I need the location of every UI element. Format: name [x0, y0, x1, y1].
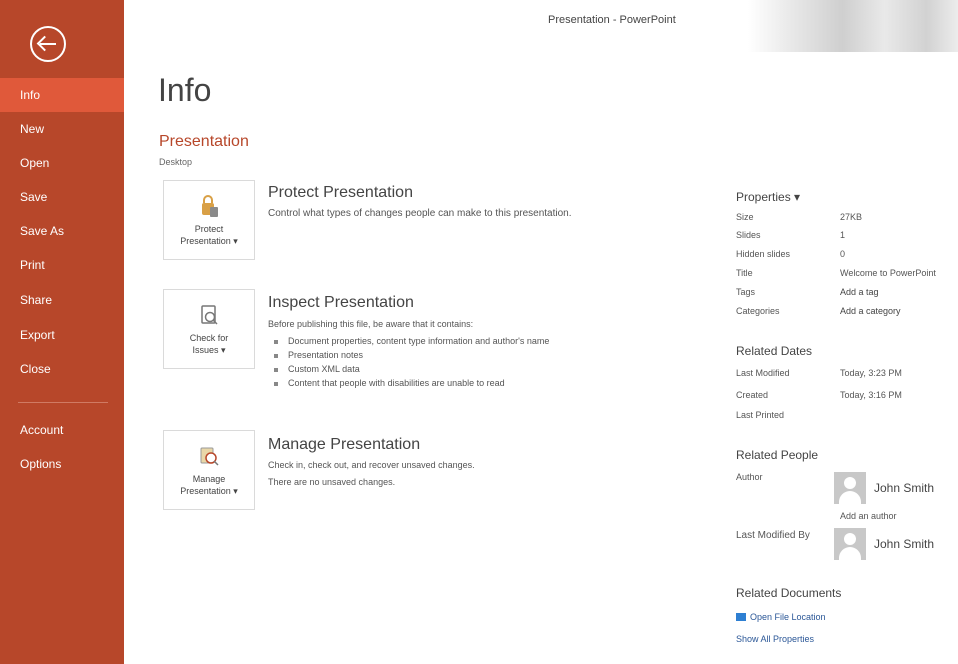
nav-divider: [18, 402, 108, 403]
add-author-link[interactable]: Add an author: [840, 511, 897, 521]
show-all-properties-link[interactable]: Show All Properties: [736, 634, 814, 644]
nav-item-account[interactable]: Account: [0, 413, 124, 447]
manage-title: Manage Presentation: [268, 436, 421, 453]
property-row-tags[interactable]: Tags Add a tag: [736, 287, 958, 303]
manage-document-icon: [200, 447, 219, 466]
unsaved-changes-status: There are no unsaved changes.: [268, 477, 396, 487]
nav-item-export[interactable]: Export: [0, 318, 124, 352]
avatar: [834, 528, 866, 560]
property-row-categories[interactable]: Categories Add a category: [736, 306, 958, 322]
list-item: Content that people with disabilities ar…: [274, 376, 549, 390]
list-item: Document properties, content type inform…: [274, 334, 549, 348]
date-row: Last Modified Today, 3:23 PM: [736, 368, 902, 378]
list-item: Custom XML data: [274, 362, 549, 376]
author-person[interactable]: John Smith: [834, 472, 954, 504]
nav-item-print[interactable]: Print: [0, 248, 124, 282]
manage-presentation-button[interactable]: Manage Presentation ▾: [163, 430, 255, 510]
manage-description: Check in, check out, and recover unsaved…: [268, 460, 475, 470]
date-row: Created Today, 3:16 PM: [736, 390, 902, 400]
protect-title: Protect Presentation: [268, 184, 413, 201]
document-name: Presentation: [159, 133, 249, 150]
avatar: [834, 472, 866, 504]
inspect-title: Inspect Presentation: [268, 294, 414, 311]
nav-item-new[interactable]: New: [0, 112, 124, 146]
list-item: Presentation notes: [274, 348, 549, 362]
back-arrow-circle-icon[interactable]: [30, 26, 66, 62]
document-location: Desktop: [159, 157, 193, 167]
title-bar-decoration: [748, 0, 958, 52]
last-modified-name: John Smith: [874, 537, 935, 551]
inspect-issue-list: Document properties, content type inform…: [274, 334, 549, 390]
lock-icon: [202, 195, 218, 217]
nav-item-share[interactable]: Share: [0, 283, 124, 317]
protect-presentation-button[interactable]: Protect Presentation ▾: [163, 180, 255, 260]
last-modified-person[interactable]: John Smith: [834, 528, 954, 560]
window-title: Presentation - PowerPoint: [548, 14, 676, 26]
related-people-title: Related People: [736, 448, 819, 462]
manage-tile-label: Manage Presentation ▾: [180, 474, 238, 496]
related-dates-title: Related Dates: [736, 344, 813, 358]
nav-item-info[interactable]: Info: [0, 78, 124, 112]
property-row: Slides 1: [736, 230, 846, 240]
property-row: Size 27KB: [736, 212, 863, 222]
check-for-issues-button[interactable]: Check for Issues ▾: [163, 289, 255, 369]
inspect-description: Before publishing this file, be aware th…: [268, 319, 474, 329]
nav-item-options[interactable]: Options: [0, 447, 124, 481]
title-bar: Presentation - PowerPoint: [124, 0, 958, 52]
nav-item-close[interactable]: Close: [0, 352, 124, 386]
property-row-title[interactable]: Title Welcome to PowerPoint: [736, 268, 958, 284]
protect-description: Control what types of changes people can…: [268, 208, 572, 219]
properties-title[interactable]: Properties ▾: [736, 190, 800, 204]
check-issues-tile-label: Check for Issues ▾: [189, 333, 229, 355]
related-documents-title: Related Documents: [736, 586, 842, 600]
date-row: Last Printed: [736, 410, 785, 420]
nav-item-save-as[interactable]: Save As: [0, 214, 124, 248]
nav-item-save[interactable]: Save: [0, 180, 124, 214]
folder-icon: [736, 613, 746, 621]
nav-item-open[interactable]: Open: [0, 146, 124, 180]
open-file-location-link[interactable]: Open File Location: [750, 612, 826, 622]
author-name: John Smith: [874, 481, 935, 495]
protect-tile-label: Protect Presentation ▾: [180, 224, 238, 246]
backstage-nav: Info New Open Save Save As Print Share E…: [0, 0, 124, 664]
property-row: Hidden slides 0: [736, 249, 846, 259]
page-title: Info: [158, 72, 212, 108]
check-document-icon: [201, 305, 218, 325]
